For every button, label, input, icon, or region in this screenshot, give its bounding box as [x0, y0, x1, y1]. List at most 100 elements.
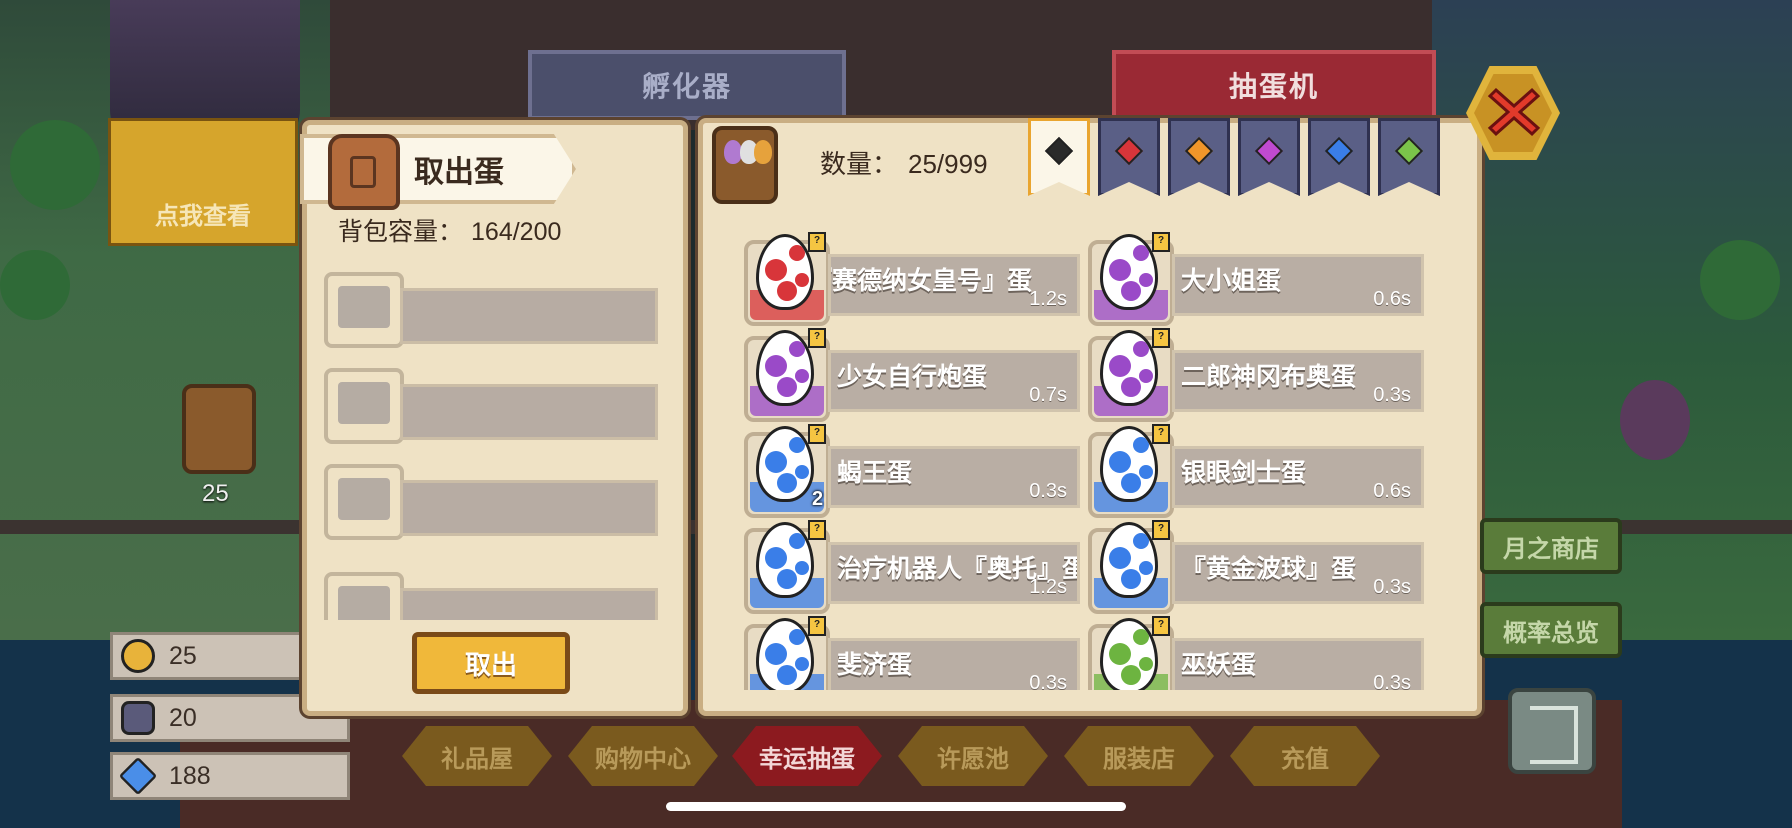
- egg-spot: [765, 547, 787, 569]
- egg-spot: [765, 643, 787, 665]
- exit-button[interactable]: [1508, 688, 1596, 774]
- egg-slot[interactable]: [324, 572, 658, 620]
- basket-count: 25: [202, 480, 229, 507]
- egg-hatch-time: 0.3s: [1373, 672, 1411, 690]
- egg-spot: [1133, 341, 1149, 357]
- info-badge-icon: ?: [1152, 424, 1170, 444]
- info-badge-icon: ?: [808, 616, 826, 636]
- resource-value: 20: [169, 703, 197, 732]
- resource-value: 25: [169, 641, 197, 670]
- info-badge-icon: ?: [808, 232, 826, 252]
- egg-hatch-time: 0.3s: [1373, 384, 1411, 406]
- egg-name: 『黄金波球』蛋: [1181, 555, 1357, 583]
- nav-clothing-store[interactable]: 服装店: [1064, 726, 1214, 786]
- egg-spot: [1121, 281, 1141, 301]
- slot-bar: [400, 588, 658, 620]
- nav-recharge[interactable]: 充值: [1230, 726, 1380, 786]
- egg-slot[interactable]: [324, 272, 658, 348]
- egg-info-plate: 大小姐蛋 0.6s: [1172, 254, 1424, 316]
- egg-item[interactable]: ? 少女自行炮蛋 0.7s: [744, 328, 1080, 424]
- quantity-label: 数量：: [820, 149, 899, 179]
- egg-spot: [789, 437, 805, 453]
- egg-spot: [1133, 629, 1149, 645]
- egg-name: 斐济蛋: [837, 651, 913, 679]
- egg-spot: [795, 465, 809, 479]
- nav-wishing-pool[interactable]: 许愿池: [898, 726, 1048, 786]
- egg-hatch-time: 0.3s: [1029, 672, 1067, 690]
- egg-spot: [1133, 437, 1149, 453]
- egg-item[interactable]: ? 治疗机器人『奥托』蛋 1.2s: [744, 520, 1080, 616]
- slot-box: [324, 464, 404, 540]
- egg-hatch-time: 1.2s: [1029, 576, 1067, 598]
- probability-overview-button[interactable]: 概率总览: [1480, 602, 1622, 658]
- slot-box: [324, 368, 404, 444]
- tab-incubator[interactable]: 孵化器: [528, 50, 846, 120]
- orange-gem-icon: [1184, 136, 1214, 166]
- tab-gacha[interactable]: 抽蛋机: [1112, 50, 1436, 120]
- nav-shopping-center[interactable]: 购物中心: [568, 726, 718, 786]
- egg-item[interactable]: ? 巫妖蛋 0.3s: [1088, 616, 1424, 690]
- egg-info-plate: 治疗机器人『奥托』蛋 1.2s: [828, 542, 1080, 604]
- nav-lucky-draw[interactable]: 幸运抽蛋: [732, 726, 882, 786]
- egg-item[interactable]: ? 斐济蛋 0.3s: [744, 616, 1080, 690]
- egg-item[interactable]: ? 银眼剑士蛋 0.6s: [1088, 424, 1424, 520]
- egg-spot: [1139, 465, 1153, 479]
- egg-info-plate: 斐济蛋 0.3s: [828, 638, 1080, 690]
- egg-spot: [1139, 369, 1153, 383]
- info-badge-icon: ?: [1152, 616, 1170, 636]
- info-badge-icon: ?: [1152, 232, 1170, 252]
- home-indicator: [666, 802, 1126, 811]
- egg-name: 蝎王蛋: [837, 459, 913, 487]
- egg-spot: [1139, 657, 1153, 671]
- resource-value: 188: [169, 761, 211, 790]
- egg-item[interactable]: ? 『黄金波球』蛋 0.3s: [1088, 520, 1424, 616]
- tree: [1620, 380, 1690, 460]
- egg-spot: [1121, 473, 1141, 493]
- egg-info-plate: 『赛德纳女皇号』蛋 1.2s: [828, 254, 1080, 316]
- egg-hatch-time: 0.3s: [1373, 576, 1411, 598]
- close-icon[interactable]: [1484, 82, 1544, 142]
- egg-spot: [765, 259, 787, 281]
- info-badge-icon: ?: [1152, 520, 1170, 540]
- egg-info-plate: 『黄金波球』蛋 0.3s: [1172, 542, 1424, 604]
- egg-item[interactable]: ? 『赛德纳女皇号』蛋 1.2s: [744, 232, 1080, 328]
- egg-slot[interactable]: [324, 368, 658, 444]
- egg-info-plate: 二郎神冈布奥蛋 0.3s: [1172, 350, 1424, 412]
- take-out-button[interactable]: 取出: [412, 632, 570, 694]
- slot-bar: [400, 288, 658, 344]
- egg-hatch-time: 0.6s: [1373, 288, 1411, 310]
- egg-spot: [795, 369, 809, 383]
- egg-spot: [1133, 245, 1149, 261]
- backpack-capacity: 背包容量： 164/200: [338, 212, 561, 248]
- diamond-icon: [118, 756, 158, 796]
- egg-spot: [1109, 643, 1131, 665]
- egg-item[interactable]: ? 二郎神冈布奥蛋 0.3s: [1088, 328, 1424, 424]
- egg-slot[interactable]: [324, 464, 658, 540]
- moon-shop-button[interactable]: 月之商店: [1480, 518, 1622, 574]
- green-gem-icon: [1394, 136, 1424, 166]
- egg-info-plate: 银眼剑士蛋 0.6s: [1172, 446, 1424, 508]
- nav-gift-house[interactable]: 礼品屋: [402, 726, 552, 786]
- egg-spot: [789, 245, 805, 261]
- egg-name: 『赛德纳女皇号』蛋: [828, 267, 1033, 295]
- egg-spot: [1109, 259, 1131, 281]
- info-badge-icon: ?: [808, 328, 826, 348]
- egg-name: 二郎神冈布奥蛋: [1181, 363, 1357, 391]
- egg-list[interactable]: ? 『赛德纳女皇号』蛋 1.2s? 大小姐蛋 0.6s? 少女自行炮蛋 0.7s? 二郎神冈布…: [730, 228, 1454, 690]
- egg-spot: [777, 665, 797, 685]
- egg-item[interactable]: ? 大小姐蛋 0.6s: [1088, 232, 1424, 328]
- mini-egg: [754, 140, 772, 164]
- egg-spot: [777, 569, 797, 589]
- egg-item[interactable]: ? 2 蝎王蛋 0.3s: [744, 424, 1080, 520]
- all-rarity-icon: [1044, 136, 1074, 166]
- see-me-button[interactable]: 点我查看: [108, 118, 298, 246]
- slot-box: [324, 272, 404, 348]
- tree: [0, 250, 70, 320]
- egg-hatch-time: 1.2s: [1029, 288, 1067, 310]
- backpack-icon: [328, 134, 400, 210]
- egg-info-plate: 蝎王蛋 0.3s: [828, 446, 1080, 508]
- capacity-value: 164/200: [471, 218, 562, 246]
- slot-box: [324, 572, 404, 620]
- egg-count: 2: [812, 488, 824, 510]
- egg-basket-icon[interactable]: [182, 384, 256, 474]
